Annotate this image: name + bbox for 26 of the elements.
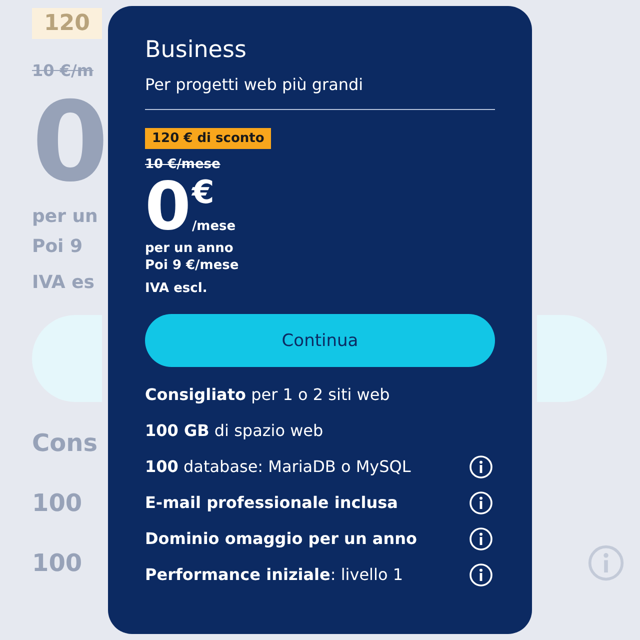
price-note: Poi 9: [32, 235, 83, 259]
plan-subtitle: Per progetti web più grandi: [145, 74, 364, 96]
discount-badge: 120: [32, 8, 102, 39]
old-price: 10 €/mese: [145, 157, 220, 172]
vat-note: IVA es: [32, 272, 95, 293]
feature-text: Dominio omaggio per un anno: [145, 529, 417, 548]
continue-button[interactable]: Continua: [145, 314, 495, 367]
feature-text: E-mail professionale inclusa: [145, 493, 398, 512]
feature-text: 100 database: MariaDB o MySQL: [145, 457, 411, 476]
price-note: per un anno: [145, 240, 234, 257]
price-note: Poi 9 €/mese: [145, 257, 239, 274]
price: 0: [32, 82, 109, 202]
feature-text: Performance iniziale: livello 1: [145, 565, 403, 584]
feature-text: Cons: [32, 429, 98, 457]
old-price: 10 €/m: [32, 61, 94, 80]
price: 0: [145, 174, 191, 240]
vat-note: IVA escl.: [145, 281, 208, 296]
feature-text: 100: [32, 549, 82, 577]
plan-title: Business: [145, 36, 246, 64]
price-note: per un: [32, 205, 98, 229]
currency: €: [192, 176, 216, 208]
discount-badge: 120 € di sconto: [145, 128, 272, 149]
feature-text: 100 GB di spazio web: [145, 421, 324, 440]
feature-text: 100: [32, 489, 82, 517]
price-period: /mese: [192, 219, 236, 234]
feature-text: Consigliato per 1 o 2 siti web: [145, 385, 390, 404]
